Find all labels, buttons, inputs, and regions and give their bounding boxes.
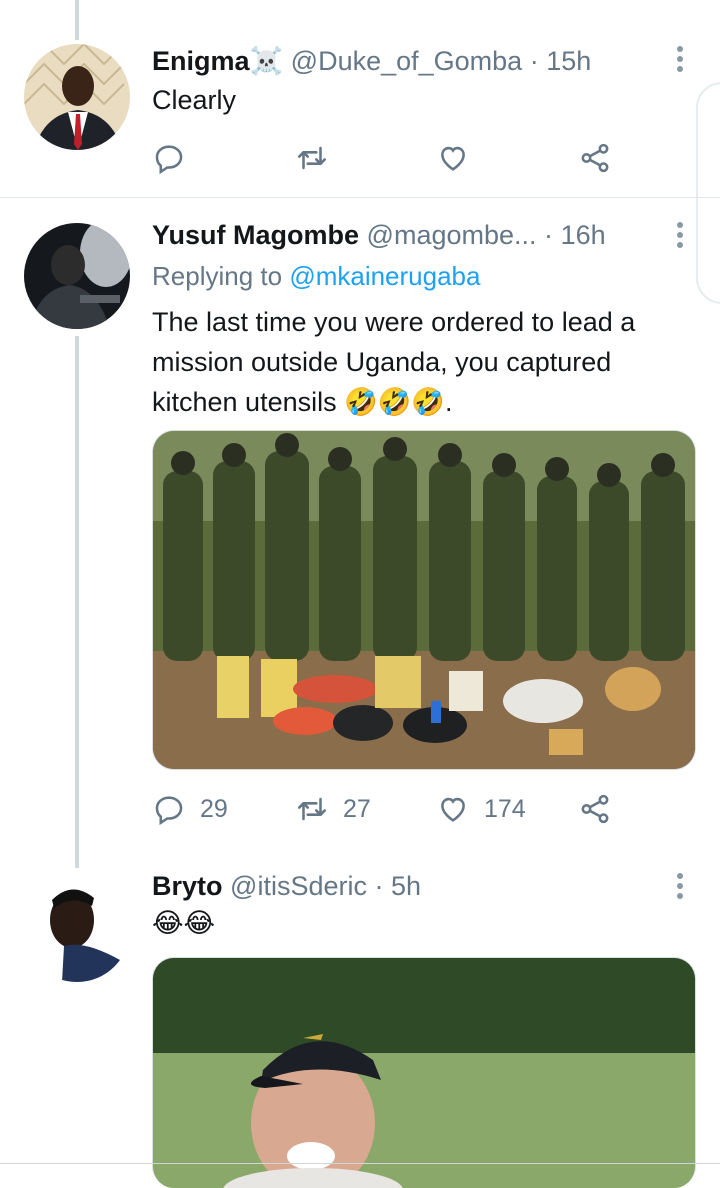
user-handle[interactable]: @Duke_of_Gomba [291, 46, 523, 76]
timestamp[interactable]: 5h [391, 871, 421, 901]
retweet-button[interactable] [295, 138, 329, 178]
more-icon[interactable] [676, 46, 684, 76]
tweet-text-line: kitchen utensils 🤣🤣🤣. [152, 387, 453, 417]
reply-button[interactable] [152, 138, 186, 178]
bottom-divider [0, 1163, 720, 1164]
avatar[interactable] [24, 876, 130, 982]
tweet-text: The last time you were ordered to lead a… [152, 302, 635, 422]
mention-link[interactable]: @mkainerugaba [289, 261, 480, 291]
tweet-divider [0, 197, 720, 198]
display-name[interactable]: Bryto [152, 871, 223, 901]
reply-count: 29 [200, 794, 228, 823]
share-button[interactable] [578, 789, 612, 829]
thread-line-middle [75, 336, 79, 868]
tweet-header: Bryto @itisSderic · 5h [152, 869, 421, 903]
share-button[interactable] [578, 138, 612, 178]
tweet-text: Clearly [152, 85, 237, 115]
like-icon [441, 797, 465, 822]
share-icon [581, 143, 609, 173]
tweet-text: 😂😂 [152, 908, 216, 938]
retweet-button[interactable]: 27 [295, 789, 371, 829]
tweet-actions: 29 27 174 [152, 789, 632, 829]
avatar[interactable] [24, 223, 130, 329]
display-name[interactable]: Yusuf Magombe [152, 220, 359, 250]
like-button[interactable]: 174 [436, 789, 526, 829]
thread-line-top [75, 0, 79, 40]
separator-dot: · [529, 46, 539, 76]
scroll-panel-edge [696, 82, 720, 304]
more-icon[interactable] [676, 873, 684, 903]
like-count: 174 [484, 794, 526, 823]
reply-button[interactable]: 29 [152, 789, 228, 829]
tweet-text-line: mission outside Uganda, you captured [152, 347, 612, 377]
tweet-actions [152, 138, 632, 178]
tweet-photo[interactable] [152, 430, 696, 770]
retweet-icon [297, 146, 327, 170]
reply-icon [155, 145, 183, 175]
tweet-photo[interactable] [152, 957, 696, 1188]
user-handle[interactable]: @magombe... [367, 220, 537, 250]
retweet-count: 27 [343, 794, 371, 823]
share-icon [581, 794, 609, 824]
retweet-icon [297, 797, 327, 821]
timestamp[interactable]: 15h [546, 46, 591, 76]
more-icon[interactable] [676, 222, 684, 252]
timestamp[interactable]: 16h [561, 220, 606, 250]
like-button[interactable] [436, 138, 470, 178]
avatar[interactable] [24, 44, 130, 150]
replying-to: Replying to @mkainerugaba [152, 259, 480, 293]
tweet-text-line: The last time you were ordered to lead a [152, 307, 636, 337]
display-name[interactable]: Enigma☠️ [152, 46, 283, 76]
reply-icon [155, 796, 183, 826]
tweet-header: Yusuf Magombe @magombe... · 16h [152, 218, 606, 252]
like-icon [441, 146, 465, 171]
separator-dot: · [544, 220, 554, 250]
tweet-header: Enigma☠️ @Duke_of_Gomba · 15h [152, 44, 591, 78]
user-handle[interactable]: @itisSderic [230, 871, 367, 901]
replying-to-label: Replying to [152, 261, 290, 291]
separator-dot: · [374, 871, 384, 901]
